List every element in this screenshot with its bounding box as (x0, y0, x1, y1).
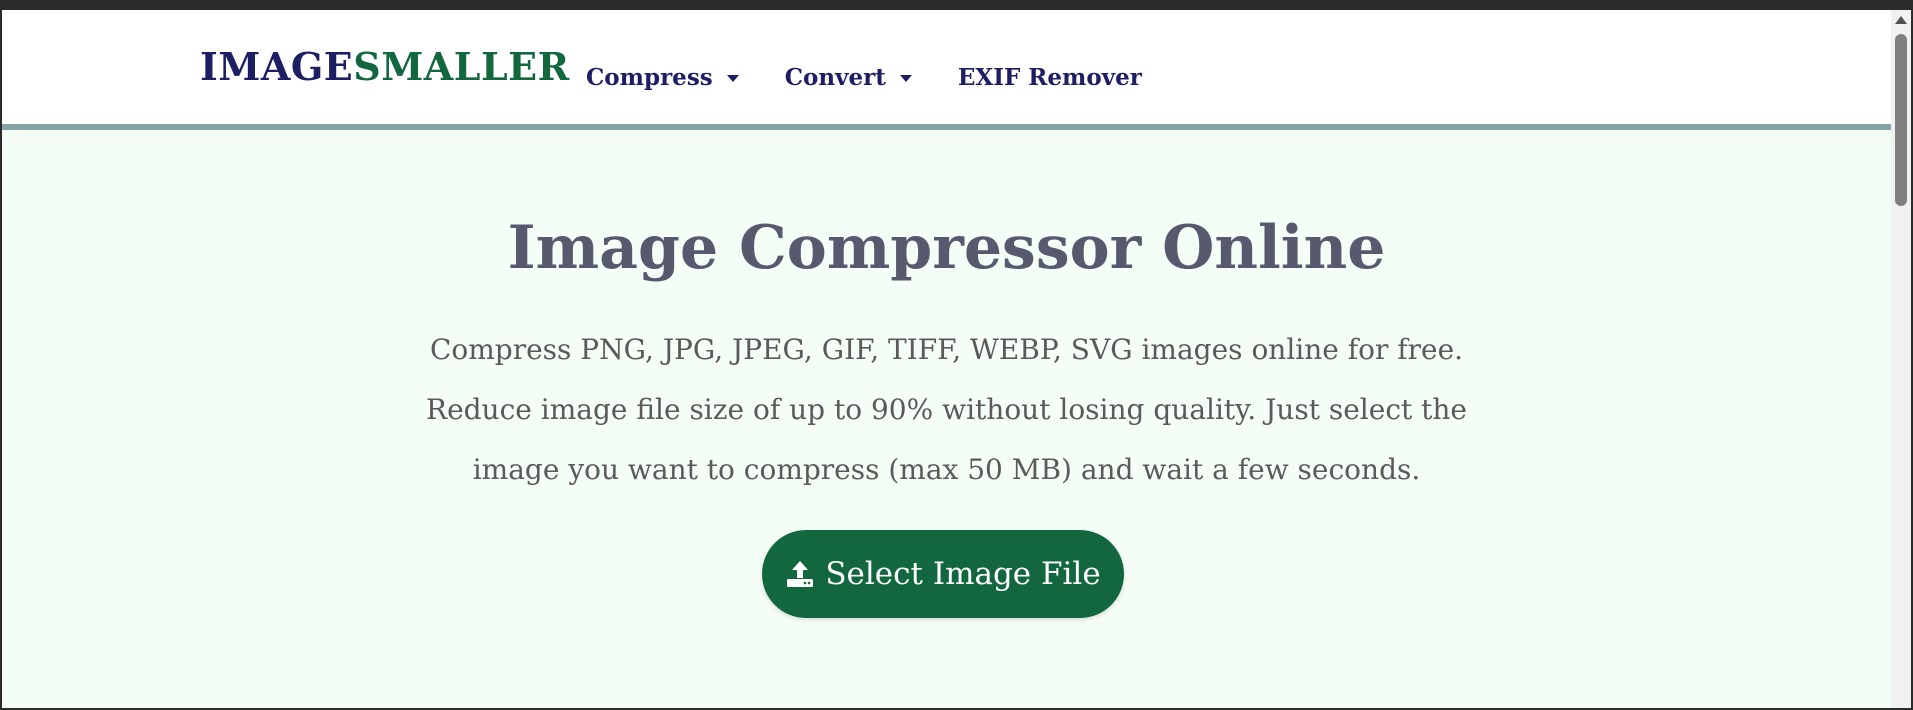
description-line: Compress PNG, JPG, JPEG, GIF, TIFF, WEBP… (429, 333, 1464, 366)
nav-item-compress[interactable]: Compress (586, 64, 739, 91)
nav-item-convert[interactable]: Convert (785, 64, 912, 91)
nav-item-exif-remover[interactable]: EXIF Remover (958, 64, 1142, 91)
vertical-scrollbar[interactable] (1891, 10, 1911, 708)
main-nav: Compress Convert EXIF Remover (586, 64, 1188, 91)
window-top-edge (0, 0, 1913, 10)
page-description: Compress PNG, JPG, JPEG, GIF, TIFF, WEBP… (2, 320, 1891, 500)
logo-part-smaller: SMALLER (353, 44, 570, 89)
nav-item-label: Convert (784, 64, 886, 91)
site-header: IMAGESMALLER Compress Convert EXIF Remov… (2, 10, 1891, 130)
scroll-up-arrow-icon[interactable] (1895, 16, 1907, 24)
site-logo[interactable]: IMAGESMALLER (200, 48, 570, 86)
scrollbar-thumb[interactable] (1895, 34, 1907, 206)
upload-icon (787, 561, 814, 587)
caret-down-icon (726, 75, 739, 82)
nav-item-label: Compress (586, 64, 713, 91)
caret-down-icon (899, 75, 912, 82)
logo-part-image: IMAGE (200, 44, 354, 89)
description-line: Reduce image file size of up to 90% with… (425, 393, 1468, 426)
page-title: Image Compressor Online (507, 213, 1386, 283)
select-image-file-label: Select Image File (825, 556, 1101, 592)
description-line: image you want to compress (max 50 MB) a… (472, 453, 1421, 486)
nav-item-label: EXIF Remover (957, 64, 1142, 91)
browser-viewport: IMAGESMALLER Compress Convert EXIF Remov… (2, 10, 1911, 708)
select-image-file-button[interactable]: Select Image File (762, 530, 1124, 618)
hero-section: Image Compressor Online Compress PNG, JP… (2, 130, 1891, 708)
